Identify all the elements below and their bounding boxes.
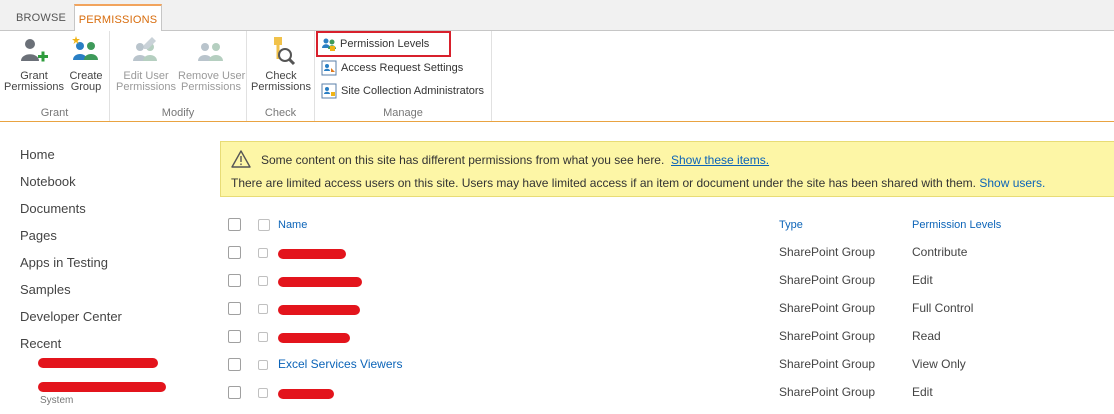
- edit-user-permissions-label-2: Permissions: [116, 81, 176, 93]
- row-type: SharePoint Group: [779, 357, 876, 371]
- row-inner-checkbox[interactable]: [258, 332, 268, 342]
- select-all-checkbox[interactable]: [228, 218, 241, 231]
- create-group-button[interactable]: Create Group: [64, 35, 108, 93]
- banner-line-2: There are limited access users on this s…: [231, 176, 1045, 190]
- row-inner-checkbox[interactable]: [258, 276, 268, 286]
- banner-text-2: There are limited access users on this s…: [231, 176, 977, 190]
- site-collection-administrators-button[interactable]: Site Collection Administrators: [321, 81, 484, 103]
- edit-user-permissions-button[interactable]: Edit User Permissions: [116, 35, 176, 93]
- row-name-redacted[interactable]: [278, 385, 334, 399]
- row-checkbox[interactable]: [228, 386, 241, 399]
- table-row[interactable]: SharePoint Group Contribute: [222, 240, 1114, 268]
- tab-browse[interactable]: BROWSE: [8, 4, 74, 32]
- row-type: SharePoint Group: [779, 245, 876, 259]
- permission-levels-icon: [322, 38, 336, 51]
- row-name-redacted[interactable]: [278, 329, 350, 343]
- nav-item-apps-in-testing[interactable]: Apps in Testing: [20, 254, 200, 281]
- table-row[interactable]: Excel Services Viewers SharePoint Group …: [222, 352, 1114, 380]
- remove-user-permissions-icon: [198, 43, 223, 61]
- row-name-link[interactable]: Excel Services Viewers: [278, 357, 403, 371]
- row-checkbox[interactable]: [228, 246, 241, 259]
- row-permission-level: Edit: [912, 273, 933, 287]
- permissions-warning-banner: Some content on this site has different …: [220, 141, 1114, 197]
- nav-item-notebook[interactable]: Notebook: [20, 173, 200, 200]
- banner-text-1: Some content on this site has different …: [261, 153, 665, 167]
- ribbon: Grant Permissions Create Group Grant Edi…: [0, 31, 1114, 122]
- show-users-link[interactable]: Show users.: [979, 176, 1045, 190]
- left-navigation: Home Notebook Documents Pages Apps in Te…: [20, 146, 200, 406]
- edit-user-permissions-icon: [133, 37, 157, 61]
- table-row[interactable]: SharePoint Group Edit: [222, 268, 1114, 296]
- recent-item-partial: System: [40, 395, 74, 406]
- site-admins-icon: [321, 83, 337, 99]
- ribbon-group-modify: Edit User Permissions Remove User Permis…: [110, 31, 247, 121]
- banner-line-1: Some content on this site has different …: [261, 153, 769, 167]
- row-name-redacted[interactable]: [278, 273, 362, 287]
- grant-permissions-icon: [21, 39, 48, 62]
- nav-item-documents[interactable]: Documents: [20, 200, 200, 227]
- column-header-type[interactable]: Type: [779, 219, 803, 231]
- permissions-table: Name Type Permission Levels SharePoint G…: [222, 212, 1114, 408]
- create-group-label-2: Group: [70, 81, 102, 93]
- tab-permissions[interactable]: PERMISSIONS: [74, 4, 162, 32]
- select-all-inner-checkbox[interactable]: [258, 219, 270, 231]
- group-label-manage: Manage: [383, 107, 423, 119]
- ribbon-group-grant: Grant Permissions Create Group Grant: [0, 31, 110, 121]
- table-row[interactable]: SharePoint Group Full Control: [222, 296, 1114, 324]
- row-checkbox[interactable]: [228, 330, 241, 343]
- remove-user-permissions-button[interactable]: Remove User Permissions: [178, 35, 245, 93]
- group-label-grant: Grant: [40, 107, 69, 119]
- check-permissions-icon: [274, 37, 296, 66]
- row-name-redacted[interactable]: [278, 245, 346, 259]
- row-checkbox[interactable]: [228, 274, 241, 287]
- group-label-modify: Modify: [161, 107, 195, 119]
- row-permission-level: Contribute: [912, 245, 968, 259]
- grant-permissions-button[interactable]: Grant Permissions: [4, 35, 64, 93]
- row-permission-level: Edit: [912, 385, 933, 399]
- row-type: SharePoint Group: [779, 273, 876, 287]
- row-permission-level: Read: [912, 329, 941, 343]
- row-inner-checkbox[interactable]: [258, 388, 268, 398]
- create-group-icon: [72, 36, 98, 60]
- column-header-name[interactable]: Name: [278, 219, 307, 231]
- table-row[interactable]: SharePoint Group Read: [222, 324, 1114, 352]
- check-permissions-button[interactable]: Check Permissions: [251, 35, 311, 93]
- redacted-recent-item: [38, 358, 158, 368]
- remove-user-permissions-label-2: Permissions: [181, 81, 241, 93]
- nav-item-developer-center[interactable]: Developer Center: [20, 308, 200, 335]
- access-request-settings-button[interactable]: Access Request Settings: [321, 58, 463, 80]
- row-inner-checkbox[interactable]: [258, 304, 268, 314]
- row-inner-checkbox[interactable]: [258, 360, 268, 370]
- grant-permissions-label-2: Permissions: [4, 81, 64, 93]
- permission-levels-label: Permission Levels: [340, 38, 430, 50]
- ribbon-group-check: Check Permissions Check: [247, 31, 315, 121]
- row-checkbox[interactable]: [228, 358, 241, 371]
- group-label-check: Check: [264, 107, 297, 119]
- ribbon-group-manage: Permission Levels Access Request Setting…: [315, 31, 492, 121]
- row-permission-level: Full Control: [912, 301, 974, 315]
- row-type: SharePoint Group: [779, 301, 876, 315]
- row-type: SharePoint Group: [779, 385, 876, 399]
- ribbon-tabbar: BROWSE PERMISSIONS: [0, 0, 1114, 32]
- nav-item-samples[interactable]: Samples: [20, 281, 200, 308]
- warning-icon: [231, 150, 251, 168]
- show-these-items-link[interactable]: Show these items.: [671, 153, 769, 167]
- site-collection-administrators-label: Site Collection Administrators: [341, 85, 485, 97]
- row-permission-level: View Only: [912, 357, 966, 371]
- permission-levels-button[interactable]: Permission Levels: [316, 31, 452, 57]
- access-request-icon: [321, 60, 337, 76]
- row-inner-checkbox[interactable]: [258, 248, 268, 258]
- row-name-redacted[interactable]: [278, 301, 360, 315]
- table-header: Name Type Permission Levels: [222, 212, 1114, 240]
- table-row[interactable]: SharePoint Group Edit: [222, 380, 1114, 408]
- column-header-permission-levels[interactable]: Permission Levels: [912, 219, 1001, 231]
- nav-item-pages[interactable]: Pages: [20, 227, 200, 254]
- row-type: SharePoint Group: [779, 329, 876, 343]
- access-request-settings-label: Access Request Settings: [341, 62, 464, 74]
- row-checkbox[interactable]: [228, 302, 241, 315]
- check-permissions-label-2: Permissions: [251, 81, 311, 93]
- nav-item-home[interactable]: Home: [20, 146, 200, 173]
- redacted-recent-item: [38, 382, 166, 392]
